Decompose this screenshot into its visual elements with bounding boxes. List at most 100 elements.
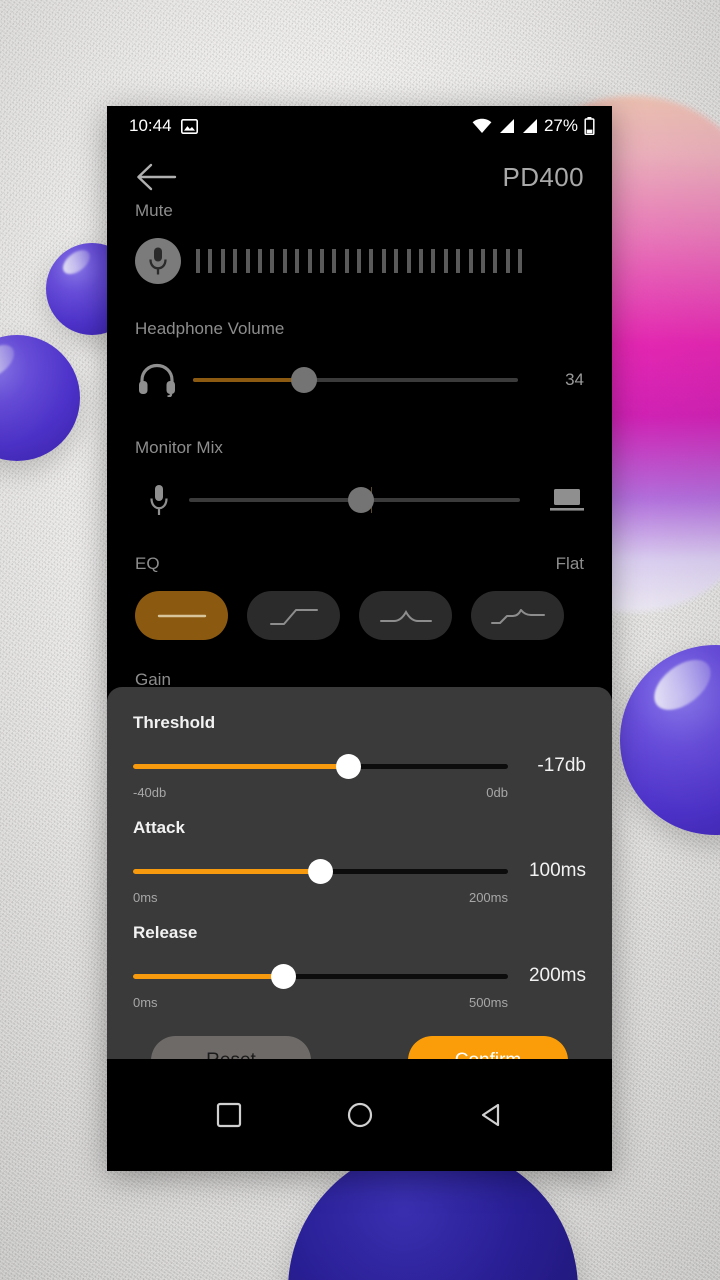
meter-bar (344, 249, 349, 273)
meter-bar (505, 249, 510, 273)
monitor-mix-row (107, 476, 612, 524)
eq-high-shelf-icon (269, 608, 318, 625)
meter-bar (208, 249, 213, 273)
home-button[interactable] (330, 1085, 390, 1145)
release-label: Release (133, 923, 198, 942)
back-arrow-icon[interactable] (135, 162, 177, 192)
compressor-settings-sheet: Threshold -17db -40db 0db Attack 100ms 0… (107, 687, 612, 1085)
threshold-slider-row: -17db (133, 753, 586, 779)
threshold-value: -17db (537, 755, 586, 776)
release-slider[interactable] (133, 963, 508, 989)
meter-bar (369, 249, 374, 273)
circle-home-icon (347, 1102, 372, 1128)
laptop-icon (550, 489, 584, 511)
battery-percent-label: 27% (543, 116, 578, 135)
attack-field: Attack 100ms 0ms 200ms (133, 818, 586, 905)
meter-bar (332, 249, 337, 273)
recents-button[interactable] (199, 1085, 259, 1145)
status-bar-left: 10:44 (129, 116, 198, 136)
meter-bar (419, 249, 424, 273)
meter-bar (518, 249, 523, 273)
input-level-meter (196, 249, 523, 273)
eq-header: EQ Flat (107, 554, 612, 574)
microphone-icon (149, 247, 167, 275)
headphone-volume-slider[interactable] (193, 360, 518, 400)
meter-bar (381, 249, 386, 273)
slider-thumb[interactable] (290, 367, 317, 393)
slider-fill (133, 763, 349, 769)
attack-slider[interactable] (133, 858, 508, 884)
release-field: Release 200ms 0ms 500ms (133, 923, 586, 1010)
eq-preset-shelf-boost-button[interactable] (471, 591, 564, 640)
eq-preset-name: Flat (555, 554, 584, 573)
monitor-mix-computer-side (542, 487, 584, 513)
signal-2-icon (522, 119, 537, 133)
attack-label: Attack (133, 818, 185, 837)
threshold-range: -40db 0db (133, 785, 586, 800)
monitor-mix-mic-side (135, 483, 183, 517)
meter-bar (431, 249, 436, 273)
back-button[interactable] (461, 1085, 521, 1145)
page-title: PD400 (502, 161, 584, 192)
slider-thumb[interactable] (336, 753, 362, 779)
attack-max-label: 200ms (468, 890, 508, 905)
meter-bar (270, 249, 275, 273)
slider-fill (193, 378, 304, 382)
eq-preset-mid-boost-button[interactable] (359, 591, 452, 640)
threshold-max-label: 0db (486, 785, 508, 800)
threshold-slider[interactable] (133, 753, 508, 779)
eq-label: EQ (135, 554, 160, 573)
meter-bar (307, 249, 312, 273)
slider-fill (133, 868, 321, 874)
phone-screen: 10:44 27% PD400 Mute Headphone Volume 34… (107, 106, 612, 1171)
mute-label: Mute (135, 202, 173, 216)
meter-bar (468, 249, 473, 273)
image-icon (180, 118, 198, 134)
meter-bar (319, 249, 324, 273)
app-bar: PD400 (107, 146, 612, 208)
meter-bar (245, 249, 250, 273)
triangle-back-icon (481, 1103, 499, 1127)
android-nav-bar (107, 1059, 612, 1171)
wifi-icon (472, 118, 492, 133)
meter-bar (295, 249, 300, 273)
monitor-mix-slider[interactable] (189, 480, 520, 520)
meter-bar (257, 249, 262, 273)
slider-thumb[interactable] (308, 858, 333, 884)
eq-preset-high-shelf-button[interactable] (247, 591, 340, 640)
scene: 10:44 27% PD400 Mute Headphone Volume 34… (0, 0, 720, 1280)
eq-mid-boost-icon (379, 609, 432, 622)
slider-thumb[interactable] (270, 963, 296, 989)
meter-bar (282, 249, 287, 273)
threshold-label: Threshold (133, 713, 216, 732)
release-range: 0ms 500ms (133, 995, 586, 1010)
meter-bar (233, 249, 238, 273)
headphone-volume-value: 34 (565, 370, 584, 389)
square-recents-icon (216, 1102, 241, 1128)
slider-fill (133, 973, 283, 979)
headphone-volume-row: 34 (107, 356, 612, 404)
meter-bar (406, 249, 411, 273)
release-value: 200ms (528, 965, 586, 986)
microphone-icon (150, 485, 168, 515)
meter-bar (196, 249, 200, 273)
status-time: 10:44 (129, 116, 172, 135)
threshold-min-label: -40db (133, 785, 167, 800)
mute-microphone-button[interactable] (135, 238, 181, 284)
headphone-volume-label: Headphone Volume (135, 319, 285, 338)
meter-bar (357, 249, 362, 273)
threshold-field: Threshold -17db -40db 0db (133, 713, 586, 800)
battery-icon (584, 117, 595, 135)
meter-bar (493, 249, 498, 273)
status-bar-right: 27% (472, 116, 595, 136)
meter-bar (480, 249, 485, 273)
eq-preset-flat-button[interactable] (135, 591, 228, 640)
release-min-label: 0ms (133, 995, 158, 1010)
attack-slider-row: 100ms (133, 858, 586, 884)
eq-preset-buttons (107, 591, 612, 640)
slider-thumb[interactable] (348, 487, 375, 513)
attack-min-label: 0ms (133, 890, 158, 905)
eq-shelf-boost-icon (490, 608, 545, 624)
signal-1-icon (499, 119, 514, 133)
meter-bar (456, 249, 461, 273)
